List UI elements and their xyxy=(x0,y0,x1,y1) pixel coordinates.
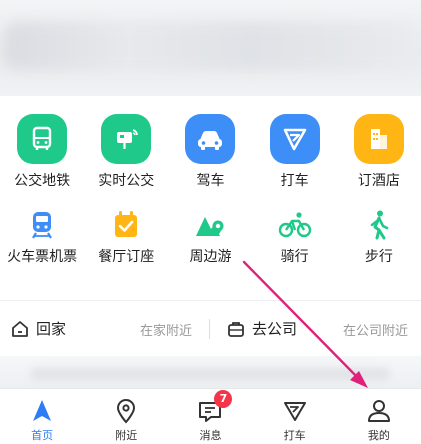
service-label: 火车票机票 xyxy=(7,249,78,265)
service-label: 打车 xyxy=(280,173,309,189)
tab-label: 附近 xyxy=(115,429,138,442)
service-label: 驾车 xyxy=(196,173,225,189)
service-taxi[interactable]: 打车 xyxy=(253,114,337,190)
message-count-badge: 7 xyxy=(214,390,233,408)
service-cycling[interactable]: 骑行 xyxy=(253,208,337,266)
service-label: 实时公交 xyxy=(98,173,155,189)
commute-home[interactable]: 回家 在家附近 xyxy=(0,301,210,357)
bus-icon xyxy=(17,114,68,164)
location-pin-icon xyxy=(117,399,136,424)
service-label: 餐厅订座 xyxy=(98,249,155,265)
tab-home[interactable]: 首页 xyxy=(0,389,84,444)
tab-label: 打车 xyxy=(283,429,306,442)
commute-work[interactable]: 去公司 在公司附近 xyxy=(210,301,420,357)
tab-profile[interactable]: 我的 xyxy=(337,389,421,444)
blurred-search-area xyxy=(0,0,421,96)
services-row-1: 公交地铁 实时公交 驾车 打车 订酒店 xyxy=(0,114,421,190)
user-icon xyxy=(367,400,390,422)
service-restaurant-booking[interactable]: 餐厅订座 xyxy=(84,208,168,266)
commute-home-subtitle: 在家附近 xyxy=(139,323,192,339)
tab-nearby[interactable]: 附近 xyxy=(84,389,168,444)
service-driving[interactable]: 驾车 xyxy=(168,114,252,190)
service-nearby-tour[interactable]: 周边游 xyxy=(168,208,252,266)
service-label: 周边游 xyxy=(189,249,232,265)
restaurant-icon xyxy=(105,208,147,242)
hotel-icon xyxy=(353,114,404,164)
service-train-flight[interactable]: 火车票机票 xyxy=(0,208,84,266)
nearby-tour-icon xyxy=(189,208,231,242)
home-icon xyxy=(10,319,30,343)
service-hotel[interactable]: 订酒店 xyxy=(337,114,421,190)
realtime-bus-icon xyxy=(101,114,152,164)
app-screen: 公交地铁 实时公交 驾车 打车 订酒店 火车票机票 餐厅订座 周边游 骑行 步行… xyxy=(0,0,421,444)
service-label: 订酒店 xyxy=(357,173,400,189)
blurred-bar xyxy=(30,368,390,380)
blurred-content-area xyxy=(0,356,421,392)
tab-taxi[interactable]: 打车 xyxy=(253,389,337,444)
service-label: 骑行 xyxy=(280,249,309,265)
service-label: 步行 xyxy=(364,249,393,265)
commute-work-subtitle: 在公司附近 xyxy=(342,323,408,339)
service-label: 公交地铁 xyxy=(14,173,71,189)
commute-strip: 回家 在家附近 去公司 在公司附近 xyxy=(0,300,421,356)
service-walking[interactable]: 步行 xyxy=(337,208,421,266)
taxi-icon xyxy=(269,114,320,164)
navigation-arrow-icon xyxy=(33,400,52,421)
tab-label: 首页 xyxy=(31,429,54,442)
service-realtime-bus[interactable]: 实时公交 xyxy=(84,114,168,190)
service-bus-metro[interactable]: 公交地铁 xyxy=(0,114,84,190)
tab-label: 消息 xyxy=(199,429,222,442)
taxi-icon xyxy=(283,402,306,421)
tab-messages[interactable]: 7 消息 xyxy=(168,389,252,444)
briefcase-icon xyxy=(226,319,246,343)
train-icon xyxy=(21,208,63,242)
commute-home-title: 回家 xyxy=(36,319,67,338)
services-row-2: 火车票机票 餐厅订座 周边游 骑行 步行 xyxy=(0,208,421,266)
tab-label: 我的 xyxy=(367,429,390,442)
blurred-bar xyxy=(4,22,417,70)
car-icon xyxy=(185,114,236,164)
bicycle-icon xyxy=(274,208,316,242)
bottom-tab-bar: 首页 附近 7 消息 打车 我的 xyxy=(0,388,421,444)
commute-work-title: 去公司 xyxy=(252,319,298,338)
walking-icon xyxy=(358,208,400,242)
